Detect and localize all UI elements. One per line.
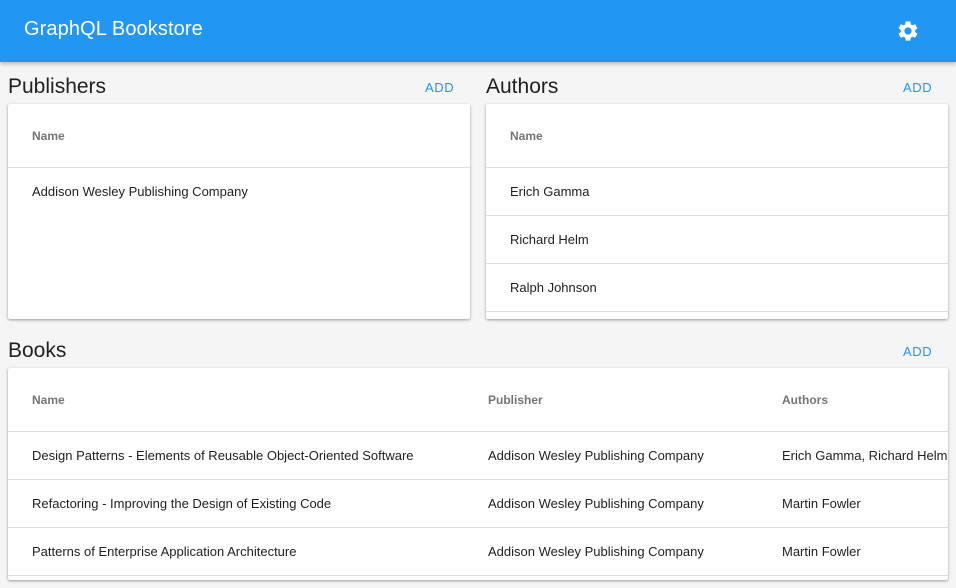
book-authors-cell: Martin Fowler (782, 496, 861, 511)
author-name-cell: Ralph Johnson (510, 280, 597, 295)
books-table: Name Publisher Authors Design Patterns -… (8, 368, 948, 580)
table-row[interactable]: Addison Wesley Publishing Company (8, 168, 470, 216)
author-name-cell: Erich Gamma (510, 184, 590, 199)
add-book-button[interactable]: ADD (903, 344, 932, 359)
add-author-button[interactable]: ADD (903, 80, 932, 95)
table-row[interactable]: Erich Gamma (486, 168, 948, 216)
gear-icon (898, 21, 918, 41)
table-row[interactable]: Richard Helm (486, 216, 948, 264)
column-header-name: Name (32, 393, 65, 407)
book-authors-cell: Erich Gamma, Richard Helm, (782, 448, 948, 463)
app-bar: GraphQL Bookstore (0, 0, 956, 62)
add-publisher-button[interactable]: ADD (425, 80, 454, 95)
table-row[interactable]: Ralph Johnson (486, 264, 948, 312)
column-header-name: Name (510, 129, 543, 143)
column-header-name: Name (32, 129, 65, 143)
table-row[interactable]: Refactoring - Improving the Design of Ex… (8, 480, 948, 528)
column-header-publisher: Publisher (488, 393, 543, 407)
authors-title: Authors (486, 75, 559, 98)
book-publisher-cell: Addison Wesley Publishing Company (488, 448, 704, 463)
table-header: Name Publisher Authors (8, 368, 948, 432)
table-header: Name (8, 104, 470, 168)
settings-button[interactable] (894, 17, 922, 45)
book-publisher-cell: Addison Wesley Publishing Company (488, 496, 704, 511)
app-title: GraphQL Bookstore (24, 18, 203, 40)
table-header: Name (486, 104, 948, 168)
book-authors-cell: Martin Fowler (782, 544, 861, 559)
author-name-cell: Richard Helm (510, 232, 589, 247)
book-name-cell: Design Patterns - Elements of Reusable O… (32, 448, 414, 463)
book-publisher-cell: Addison Wesley Publishing Company (488, 544, 704, 559)
book-name-cell: Patterns of Enterprise Application Archi… (32, 544, 297, 559)
table-row[interactable]: Design Patterns - Elements of Reusable O… (8, 432, 948, 480)
book-name-cell: Refactoring - Improving the Design of Ex… (32, 496, 332, 511)
publisher-name-cell: Addison Wesley Publishing Company (32, 184, 248, 199)
table-row[interactable]: Patterns of Enterprise Application Archi… (8, 528, 948, 576)
authors-table: Name Erich Gamma Richard Helm Ralph John… (486, 104, 948, 319)
books-title: Books (8, 339, 67, 362)
column-header-authors: Authors (782, 393, 828, 407)
publishers-table: Name Addison Wesley Publishing Company (8, 104, 470, 319)
publishers-title: Publishers (8, 75, 107, 98)
